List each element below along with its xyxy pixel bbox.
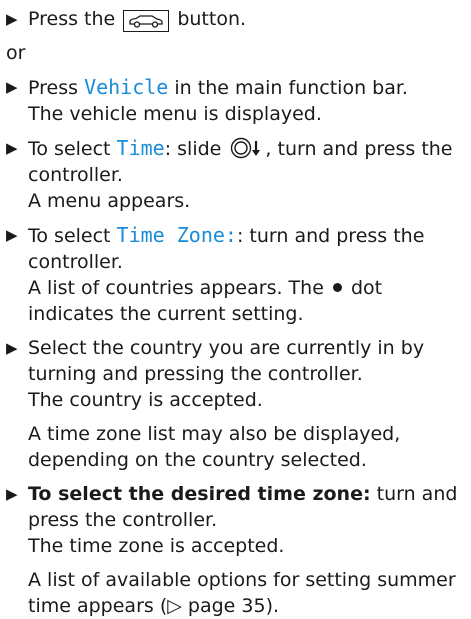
step-select-country: ▶ Select the country you are currently i…	[6, 335, 465, 473]
page-reference-link[interactable]: page 35	[188, 595, 266, 617]
bullet-icon: ▶	[6, 485, 18, 503]
instruction-page: ▶ Press the button. or ▶ Press Vehicle i…	[0, 0, 471, 619]
step-time-zone: ▶ To select Time Zone:: turn and press t…	[6, 222, 465, 327]
step-press-button: ▶ Press the button.	[6, 6, 465, 32]
result-text-before: A list of countries appears. The	[28, 277, 324, 299]
step-text-after: button.	[177, 8, 247, 30]
step-time: ▶ To select Time: slide , turn and press…	[6, 135, 465, 214]
step-result: A menu appears.	[28, 190, 191, 212]
bullet-icon: ▶	[6, 339, 18, 357]
display-text-vehicle: Vehicle	[84, 75, 169, 99]
step-result: The time zone is accepted.	[28, 535, 285, 557]
step-note: A list of available options for setting …	[28, 567, 465, 619]
step-text-before: Press the	[28, 8, 116, 30]
step-text-middle: : slide	[164, 138, 222, 160]
step-result: The vehicle menu is displayed.	[28, 103, 322, 125]
bullet-icon: ▶	[6, 10, 18, 28]
dot-icon	[332, 283, 342, 292]
step-vehicle: ▶ Press Vehicle in the main function bar…	[6, 74, 465, 127]
step-bold-heading: To select the desired time zone:	[28, 483, 371, 505]
step-text: Select the country you are currently in …	[28, 337, 425, 385]
step-text-before: To select	[28, 138, 111, 160]
display-text-time: Time	[116, 136, 165, 160]
note-text-after: ).	[265, 595, 280, 617]
vehicle-button-icon	[123, 10, 170, 32]
step-text-before: Press	[28, 77, 79, 99]
or-separator: or	[6, 42, 26, 64]
step-result: The country is accepted.	[28, 389, 263, 411]
page-reference-arrow-icon: ▷	[167, 595, 182, 617]
bullet-icon: ▶	[6, 78, 18, 96]
step-text-after: in the main function bar.	[174, 77, 408, 99]
step-result: A list of countries appears. The dot ind…	[28, 275, 465, 327]
bullet-icon: ▶	[6, 226, 18, 244]
display-text-time-zone: Time Zone:	[116, 223, 237, 247]
step-text-before: To select	[28, 225, 111, 247]
controller-slide-down-icon	[229, 137, 263, 159]
bullet-icon: ▶	[6, 139, 18, 157]
step-note: A time zone list may also be displayed, …	[28, 423, 401, 471]
step-desired-time-zone: ▶ To select the desired time zone: turn …	[6, 481, 465, 619]
